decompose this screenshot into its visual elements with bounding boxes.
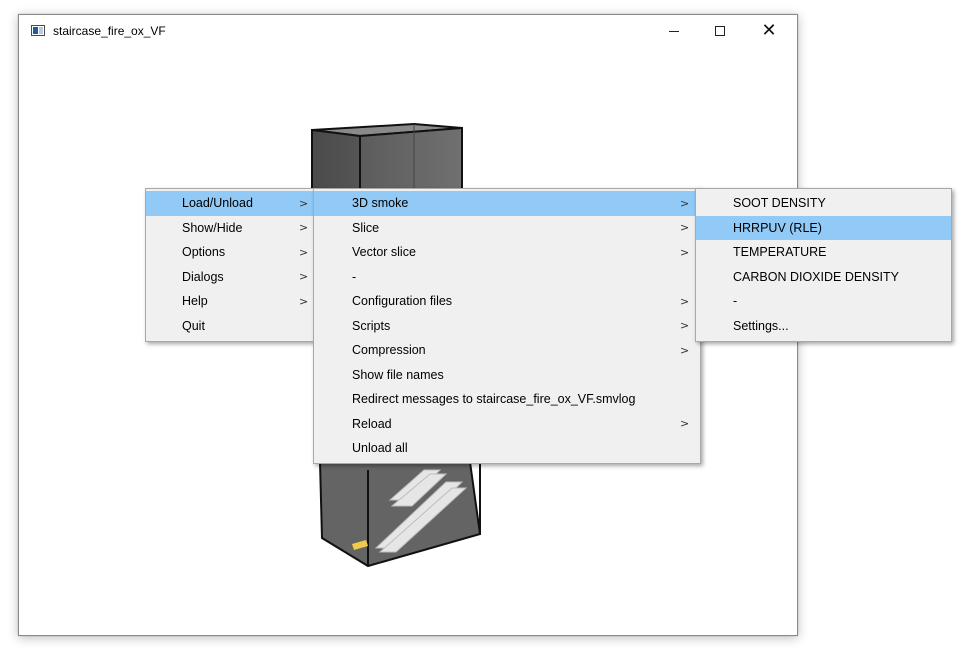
menu-item-help[interactable]: Help > [146,289,314,314]
submenu-arrow-icon: > [680,294,690,308]
menu-item-load-unload[interactable]: Load/Unload > [146,191,314,216]
menu-item-options[interactable]: Options > [146,240,314,265]
title-bar[interactable]: staircase_fire_ox_VF ✕ [19,15,797,47]
menu-item-unload-all[interactable]: Unload all [314,436,700,461]
maximize-button[interactable] [697,15,743,47]
menu-item-settings[interactable]: Settings... [696,314,951,339]
minimize-button[interactable] [651,15,697,47]
submenu-3d-smoke: SOOT DENSITY HRRPUV (RLE) TEMPERATURE CA… [695,188,952,342]
submenu-arrow-icon: > [680,319,690,333]
menu-item-3d-smoke[interactable]: 3D smoke > [314,191,700,216]
menu-item-carbon-dioxide-density[interactable]: CARBON DIOXIDE DENSITY [696,265,951,290]
menu-item-slice[interactable]: Slice > [314,216,700,241]
submenu-arrow-icon: > [680,221,690,235]
submenu-arrow-icon: > [680,417,690,431]
menu-item-soot-density[interactable]: SOOT DENSITY [696,191,951,216]
menu-item-show-file-names[interactable]: Show file names [314,363,700,388]
menu-item-show-hide[interactable]: Show/Hide > [146,216,314,241]
menu-item-configuration-files[interactable]: Configuration files > [314,289,700,314]
close-icon: ✕ [761,20,777,41]
menu-separator: - [352,269,357,284]
submenu-arrow-icon: > [299,270,309,284]
menu-separator: - [733,294,738,309]
app-icon[interactable] [31,25,45,36]
menu-item-redirect-messages[interactable]: Redirect messages to staircase_fire_ox_V… [314,387,700,412]
submenu-arrow-icon: > [680,196,690,210]
menu-item-quit[interactable]: Quit [146,314,314,339]
menu-item-hrrpuv-rle[interactable]: HRRPUV (RLE) [696,215,951,240]
maximize-icon [715,26,725,36]
menu-item-reload[interactable]: Reload > [314,412,700,437]
submenu-arrow-icon: > [680,245,690,259]
window-title: staircase_fire_ox_VF [53,24,166,38]
submenu-arrow-icon: > [299,196,309,210]
context-menu-main: Load/Unload > Show/Hide > Options > Dial… [145,188,315,342]
submenu-arrow-icon: > [680,343,690,357]
submenu-load-unload: 3D smoke > Slice > Vector slice > - Conf… [313,188,701,464]
minimize-icon [669,30,679,32]
submenu-arrow-icon: > [299,221,309,235]
menu-item-temperature[interactable]: TEMPERATURE [696,240,951,265]
submenu-arrow-icon: > [299,245,309,259]
close-button[interactable]: ✕ [746,15,792,47]
submenu-arrow-icon: > [299,294,309,308]
menu-item-vector-slice[interactable]: Vector slice > [314,240,700,265]
menu-item-dialogs[interactable]: Dialogs > [146,265,314,290]
menu-item-scripts[interactable]: Scripts > [314,314,700,339]
menu-item-compression[interactable]: Compression > [314,338,700,363]
